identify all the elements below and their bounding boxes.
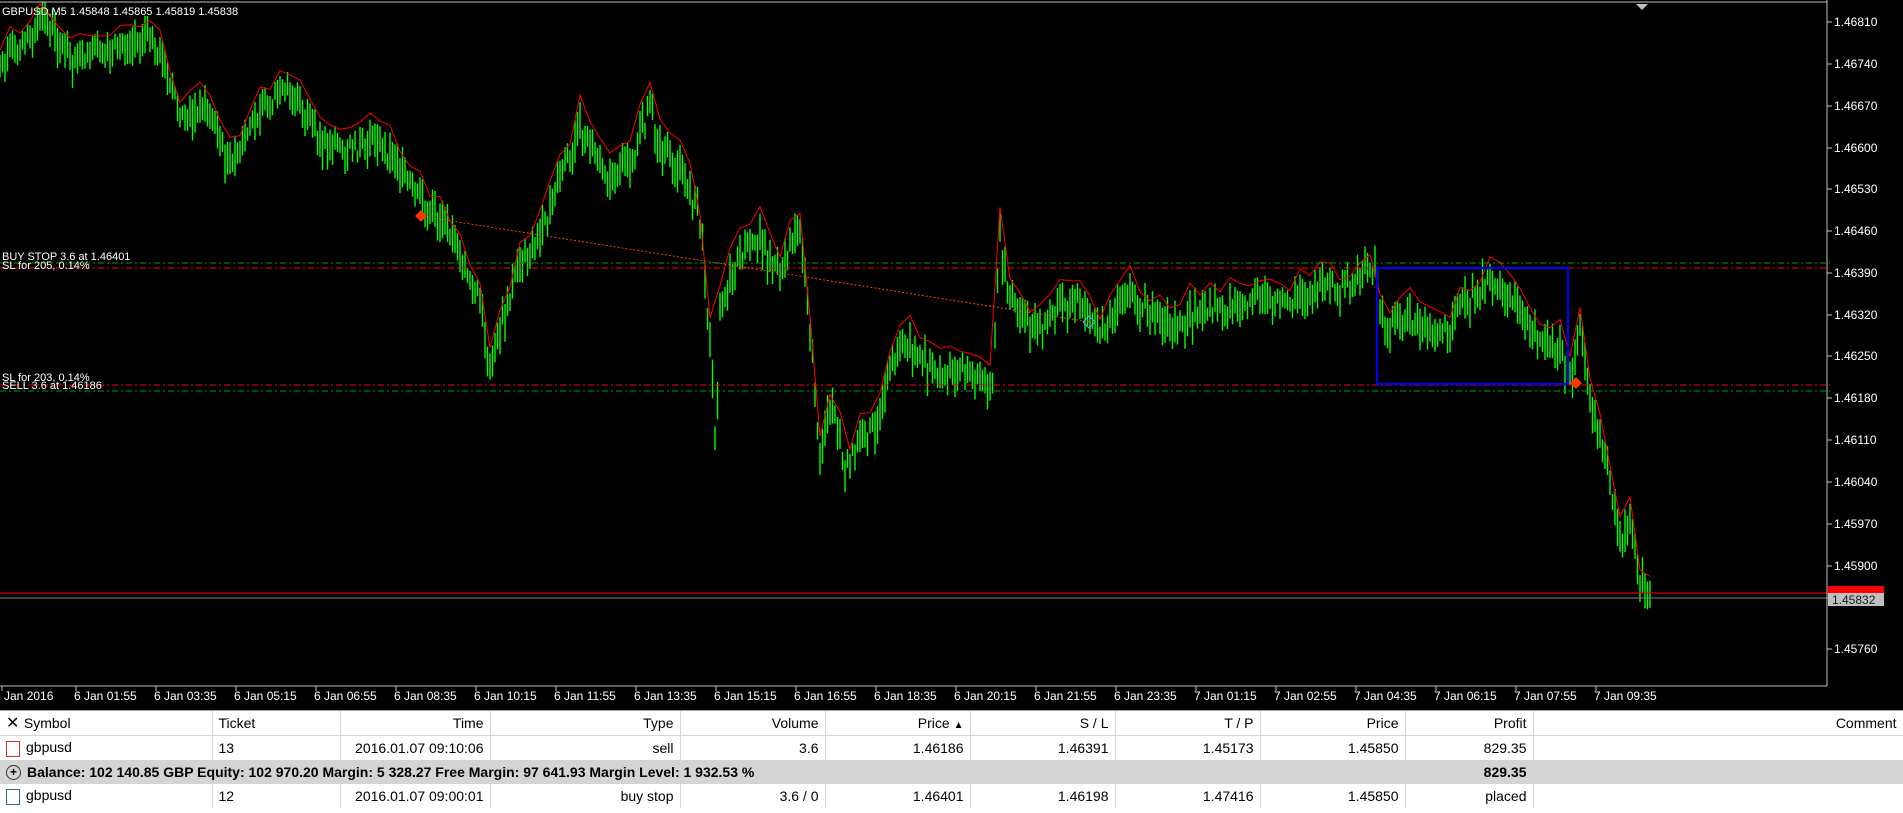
time-tick-label: 7 Jan 01:15 (1194, 689, 1257, 703)
sell-order-icon (6, 740, 20, 757)
row-profit: 829.35 (1405, 735, 1534, 760)
order-sl[interactable]: 1.46198 (970, 784, 1116, 808)
balance-profit: 829.35 (1405, 760, 1534, 784)
order-cur-price: 1.45850 (1260, 784, 1406, 808)
row-cur-price: 1.45850 (1260, 735, 1406, 760)
time-tick-label: 6 Jan 11:55 (554, 689, 616, 703)
price-tick-label: 1.46320 (1834, 308, 1878, 322)
sl-205-label: SL for 205, 0.14% (2, 260, 90, 272)
table-row[interactable]: gbpusd 12 2016.01.07 09:00:01 buy stop 3… (0, 784, 1903, 808)
time-tick-label: 6 Jan 10:15 (474, 689, 537, 703)
price-tick-label: 1.46390 (1834, 266, 1878, 280)
col-volume[interactable]: Volume (680, 711, 826, 736)
col-profit[interactable]: Profit (1405, 711, 1534, 736)
chart-shift-marker (1636, 4, 1648, 10)
terminal-panel: ✕ Symbol Ticket Time Type Volume Price ▲… (0, 710, 1903, 813)
time-tick-label: 6 Jan 08:35 (394, 689, 457, 703)
row-time: 2016.01.07 09:10:06 (340, 735, 491, 760)
order-status: placed (1405, 784, 1534, 808)
order-time: 2016.01.07 09:00:01 (340, 784, 491, 808)
price-tick-label: 1.46110 (1834, 433, 1877, 447)
price-tick-label: 1.46250 (1834, 349, 1878, 363)
price-chart[interactable]: GBPUSD,M5 1.45848 1.45865 1.45819 1.4583… (0, 0, 1903, 710)
row-type: sell (490, 735, 681, 760)
chart-header: GBPUSD,M5 1.45848 1.45865 1.45819 1.4583… (2, 6, 238, 18)
time-tick-label: 6 Jan 03:35 (154, 689, 217, 703)
time-axis: 6 Jan 2016 6 Jan 01:55 6 Jan 03:35 6 Jan 05… (0, 686, 1657, 703)
col-cur-price[interactable]: Price (1260, 711, 1406, 736)
candle-series (0, 1, 1651, 610)
time-tick-label: 7 Jan 04:35 (1354, 689, 1417, 703)
table-header: ✕ Symbol Ticket Time Type Volume Price ▲… (0, 711, 1903, 736)
high-line (0, 2, 1651, 577)
time-tick-label: 6 Jan 20:15 (954, 689, 1017, 703)
price-tick-label: 1.46460 (1834, 224, 1878, 238)
row-symbol: gbpusd (26, 739, 72, 756)
sort-ascending-icon: ▲ (953, 720, 964, 731)
price-axis: 1.46810 1.46740 1.46670 1.46600 1.46530 1.464… (1827, 15, 1878, 656)
col-ticket[interactable]: Ticket (212, 711, 341, 736)
col-price[interactable]: Price ▲ (825, 711, 971, 736)
order-tp[interactable]: 1.47416 (1115, 784, 1261, 808)
price-tick-label: 1.46530 (1834, 182, 1878, 196)
chart-canvas[interactable]: GBPUSD,M5 1.45848 1.45865 1.45819 1.4583… (0, 0, 1903, 710)
time-tick-label: 6 Jan 2016 (0, 689, 54, 703)
sell-label: SELL 3.6 at 1.46186 (2, 380, 102, 392)
col-time[interactable]: Time (340, 711, 491, 736)
expand-plus-icon[interactable]: + (6, 765, 21, 781)
time-tick-label: 6 Jan 23:35 (1114, 689, 1177, 703)
row-ticket: 13 (212, 735, 341, 760)
row-comment (1533, 735, 1903, 760)
col-type[interactable]: Type (490, 711, 681, 736)
balance-text: Balance: 102 140.85 GBP Equity: 102 970.… (27, 763, 755, 780)
order-price: 1.46401 (825, 784, 971, 808)
pending-order-icon (6, 788, 20, 805)
time-tick-label: 7 Jan 09:35 (1594, 689, 1657, 703)
price-tick-label: 1.46600 (1834, 141, 1878, 155)
time-tick-label: 7 Jan 02:55 (1274, 689, 1337, 703)
order-volume: 3.6 / 0 (680, 784, 826, 808)
trade-table: ✕ Symbol Ticket Time Type Volume Price ▲… (0, 711, 1903, 808)
price-tick-label: 1.45900 (1834, 559, 1878, 573)
row-price: 1.46186 (825, 735, 971, 760)
price-tick-label: 1.46810 (1834, 15, 1878, 29)
row-tp[interactable]: 1.45173 (1115, 735, 1261, 760)
current-price-label: 1.45832 (1832, 593, 1876, 607)
order-type: buy stop (490, 784, 681, 808)
time-tick-label: 6 Jan 01:55 (74, 689, 137, 703)
price-tick-label: 1.46670 (1834, 99, 1878, 113)
row-volume: 3.6 (680, 735, 826, 760)
col-sl[interactable]: S / L (970, 711, 1116, 736)
time-tick-label: 6 Jan 21:55 (1034, 689, 1097, 703)
price-tick-label: 1.46740 (1834, 57, 1878, 71)
order-comment (1533, 784, 1903, 808)
time-tick-label: 7 Jan 07:55 (1514, 689, 1577, 703)
col-tp[interactable]: T / P (1115, 711, 1261, 736)
price-tick-label: 1.45970 (1834, 517, 1878, 531)
close-icon[interactable]: ✕ (6, 713, 20, 733)
order-symbol: gbpusd (26, 787, 72, 804)
col-symbol[interactable]: ✕ Symbol (0, 711, 213, 736)
price-tick-label: 1.46180 (1834, 391, 1878, 405)
time-tick-label: 6 Jan 06:55 (314, 689, 377, 703)
balance-row: + Balance: 102 140.85 GBP Equity: 102 970… (0, 760, 1903, 784)
order-ticket: 12 (212, 784, 341, 808)
table-row[interactable]: gbpusd 13 2016.01.07 09:10:06 sell 3.6 1… (0, 735, 1903, 760)
price-tick-label: 1.46040 (1834, 475, 1878, 489)
price-tick-label: 1.45760 (1834, 642, 1878, 656)
time-tick-label: 6 Jan 16:55 (794, 689, 857, 703)
time-tick-label: 6 Jan 15:15 (714, 689, 777, 703)
time-tick-label: 6 Jan 18:35 (874, 689, 937, 703)
time-tick-label: 6 Jan 05:15 (234, 689, 297, 703)
time-tick-label: 7 Jan 06:15 (1434, 689, 1497, 703)
col-comment[interactable]: Comment (1533, 711, 1903, 736)
time-tick-label: 6 Jan 13:35 (634, 689, 697, 703)
row-sl[interactable]: 1.46391 (970, 735, 1116, 760)
